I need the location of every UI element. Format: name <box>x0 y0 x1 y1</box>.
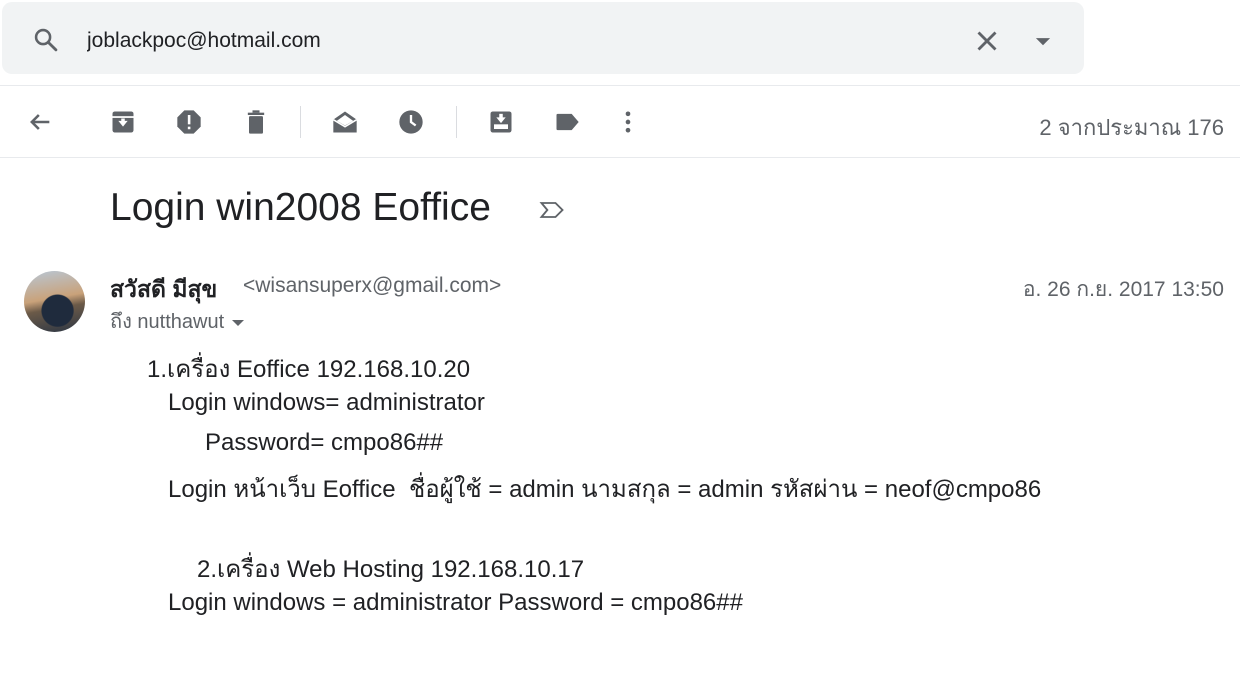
search-bar <box>2 2 1084 74</box>
more-button[interactable] <box>612 106 644 138</box>
caret-down-icon <box>1035 38 1051 46</box>
avatar[interactable] <box>24 271 85 332</box>
back-arrow-icon <box>30 114 50 130</box>
recipient-details[interactable]: ถึง nutthawut <box>110 305 245 337</box>
delete-icon <box>247 110 265 134</box>
email-subject: Login win2008 Eoffice <box>110 186 491 229</box>
move-to-button[interactable] <box>485 106 517 138</box>
clear-search-button[interactable] <box>970 24 1004 58</box>
divider <box>0 85 1240 86</box>
toolbar-separator <box>300 106 301 138</box>
body-line: 2.เครื่อง Web Hosting 192.168.10.17 <box>197 556 585 583</box>
caret-down-icon <box>232 319 245 326</box>
toolbar-separator <box>456 106 457 138</box>
archive-button[interactable] <box>107 106 139 138</box>
mark-unread-icon <box>332 111 358 133</box>
snooze-button[interactable] <box>395 106 427 138</box>
mark-unread-button[interactable] <box>329 106 361 138</box>
body-line: 1.เครื่อง Eoffice 192.168.10.20 <box>147 356 471 383</box>
move-to-icon <box>490 111 512 133</box>
search-input[interactable] <box>87 24 947 58</box>
back-button[interactable] <box>24 106 56 138</box>
recipient-label: ถึง nutthawut <box>110 311 225 333</box>
body-line: Login windows = administrator Password =… <box>168 589 743 616</box>
sender-name[interactable]: สวัสดี มีสุข <box>110 272 217 308</box>
delete-button[interactable] <box>240 106 272 138</box>
body-line: Password= cmpo86## <box>205 429 444 456</box>
importance-marker-icon[interactable] <box>538 196 566 224</box>
body-line: Login windows= administrator <box>168 389 485 416</box>
close-icon <box>977 31 997 51</box>
report-spam-icon <box>177 110 201 134</box>
label-button[interactable] <box>551 106 583 138</box>
sender-email: <wisansuperx@gmail.com> <box>243 274 502 297</box>
email-date: อ. 26 ก.ย. 2017 13:50 <box>1022 278 1224 301</box>
search-icon[interactable] <box>32 26 60 54</box>
archive-icon <box>112 111 134 133</box>
body-line: Login หน้าเว็บ Eoffice ชื่อผู้ใช้ = admi… <box>168 476 1042 503</box>
more-vert-icon <box>625 111 631 133</box>
divider <box>0 157 1240 158</box>
message-counter: 2 จากประมาณ 176 <box>1039 115 1224 140</box>
label-icon <box>556 113 579 131</box>
search-options-button[interactable] <box>1026 24 1060 58</box>
report-spam-button[interactable] <box>173 106 205 138</box>
snooze-icon <box>399 110 423 134</box>
